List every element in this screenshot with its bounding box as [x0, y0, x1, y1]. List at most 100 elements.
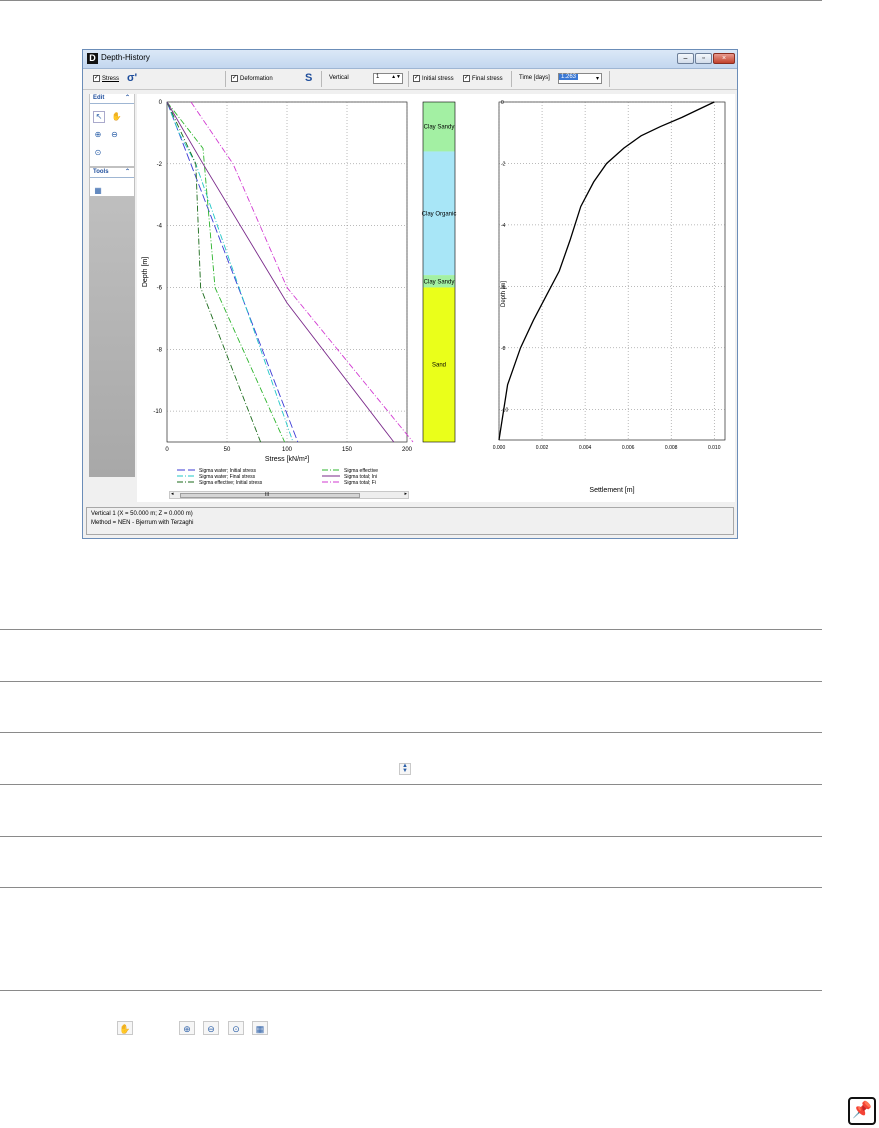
- page-rule: [0, 732, 822, 733]
- final-stress-checkbox[interactable]: ✓: [463, 75, 470, 82]
- zoom-in-icon[interactable]: ⊕: [93, 130, 103, 140]
- toolbar-separator: [225, 71, 226, 87]
- edit-group-header[interactable]: Edit ⌃: [90, 94, 134, 104]
- toolbar-separator: [511, 71, 512, 87]
- initial-stress-toggle[interactable]: ✓ Initial stress: [413, 75, 454, 82]
- time-value: 1.263: [559, 74, 579, 80]
- stress-y-tick-label: -8: [157, 347, 163, 353]
- settlement-button[interactable]: S: [305, 72, 312, 84]
- stress-x-tick-label: 50: [224, 447, 231, 453]
- settlement-plot-frame: [498, 101, 726, 441]
- plot-area: 0 50 100 150 200 0 -2 -4 -6 -8 -10 Stress [kN/m²] De…: [137, 94, 735, 502]
- scrollbar-thumb[interactable]: III: [180, 492, 360, 498]
- tools-group: Tools ⌃ ▦: [90, 168, 134, 196]
- zoom-in-icon: ⊕: [179, 1021, 195, 1035]
- stress-y-tick-label: -2: [157, 162, 163, 168]
- page-rule: [0, 629, 822, 630]
- zoom-out-icon: ⊖: [203, 1021, 219, 1035]
- settlement-x-axis-label: Settlement [m]: [589, 487, 634, 494]
- stress-checkbox[interactable]: ✓: [93, 75, 100, 82]
- side-bar: Edit ⌃ ↖ ✋ ⊕ ⊖ ⊙ Tools ⌃ ▦: [89, 94, 135, 477]
- page-rule: [0, 681, 822, 682]
- chevron-down-icon[interactable]: ▾: [596, 75, 599, 82]
- soil-layer-label: Clay Organic: [422, 211, 457, 217]
- status-method: Method = NEN - Bjerrum with Terzaghi: [91, 520, 194, 526]
- final-stress-toggle[interactable]: ✓ Final stress: [463, 75, 503, 82]
- stress-toggle[interactable]: ✓ Stress: [93, 75, 119, 82]
- collapse-icon[interactable]: ⌃: [125, 168, 130, 177]
- horizontal-scrollbar[interactable]: ◂ III ▸: [169, 491, 409, 499]
- page-rule: [0, 887, 822, 888]
- stress-y-tick-label: -4: [157, 224, 163, 230]
- toolbar-separator: [609, 71, 610, 87]
- export-icon: ▦: [252, 1021, 268, 1035]
- settlement-x-tick-label: 0.000: [493, 445, 506, 451]
- close-button[interactable]: ×: [713, 53, 735, 64]
- stress-x-axis-label: Stress [kN/m²]: [265, 456, 309, 463]
- settlement-y-tick-label: -2: [501, 161, 506, 167]
- tools-group-header[interactable]: Tools ⌃: [90, 168, 134, 178]
- spin-arrows-icon[interactable]: ▲▼: [391, 74, 401, 80]
- scroll-right-icon[interactable]: ▸: [404, 491, 407, 497]
- toolbar-separator: [321, 71, 322, 87]
- settlement-y-axis-label: Depth [m]: [501, 281, 507, 307]
- stress-y-axis-label: Depth [m]: [142, 257, 149, 287]
- settlement-x-tick-label: 0.006: [622, 445, 635, 451]
- tools-label: Tools: [93, 169, 109, 175]
- deformation-toggle[interactable]: ✓ Deformation: [231, 75, 273, 82]
- zoom-extents-icon[interactable]: ⊙: [93, 148, 103, 158]
- stress-x-tick-label: 200: [402, 447, 413, 453]
- toolbar-separator: [408, 71, 409, 87]
- settlement-x-tick-label: 0.004: [579, 445, 592, 451]
- spin-arrows-icon: ▲ ▼: [399, 763, 411, 775]
- settlement-icon: S: [305, 72, 313, 84]
- settlement-y-tick-label: -4: [501, 223, 506, 229]
- final-stress-label: Final stress: [472, 75, 503, 82]
- deformation-checkbox[interactable]: ✓: [231, 75, 238, 82]
- title-bar[interactable]: D Depth-History – ▫ ×: [83, 50, 737, 69]
- zoom-out-icon[interactable]: ⊖: [109, 130, 119, 140]
- vertical-spinner[interactable]: 1 ▲▼: [373, 73, 403, 84]
- pan-hand-icon[interactable]: ✋: [111, 112, 121, 122]
- legend-label: Sigma effective; Initial stress: [199, 480, 263, 486]
- sigma-icon: σ': [127, 72, 138, 84]
- time-label: Time [days]: [519, 75, 550, 81]
- select-cursor-icon[interactable]: ↖: [93, 111, 105, 123]
- scroll-left-icon[interactable]: ◂: [171, 491, 174, 497]
- settlement-y-tick-label: -10: [501, 407, 508, 413]
- stress-x-tick-label: 0: [165, 447, 169, 453]
- soil-layer-label: Clay Sandy: [424, 125, 455, 131]
- status-vertical: Vertical 1 (X = 50.000 m; Z = 0.000 m): [91, 511, 193, 517]
- maximize-button[interactable]: ▫: [695, 53, 712, 64]
- page-rule: [0, 0, 822, 1]
- sigma-button[interactable]: σ': [127, 72, 137, 84]
- stress-x-tick-label: 100: [282, 447, 293, 453]
- settlement-y-tick-label: 0: [501, 100, 504, 106]
- legend-label: Sigma total; Fi: [344, 480, 376, 486]
- export-icon[interactable]: ▦: [93, 186, 103, 196]
- stress-y-tick-label: -6: [157, 285, 163, 291]
- stress-y-tick-label: -10: [153, 409, 162, 415]
- window-title: Depth-History: [101, 53, 150, 62]
- charts-svg: 0 50 100 150 200 0 -2 -4 -6 -8 -10 Stress [kN/m²] De…: [142, 100, 726, 494]
- minimize-button[interactable]: –: [677, 53, 694, 64]
- stress-x-tick-label: 150: [342, 447, 353, 453]
- collapse-icon[interactable]: ⌃: [125, 94, 130, 103]
- page-rule: [0, 836, 822, 837]
- page-rule: [0, 784, 822, 785]
- toolbar: ✓ Stress σ' ✓ Deformation S Vertical 1 ▲…: [83, 69, 737, 90]
- vertical-value: 1: [376, 74, 380, 80]
- deformation-label: Deformation: [240, 75, 273, 82]
- settlement-x-tick-label: 0.002: [536, 445, 549, 451]
- edit-label: Edit: [93, 95, 105, 101]
- scrollbar-grip: III: [265, 492, 270, 498]
- initial-stress-checkbox[interactable]: ✓: [413, 75, 420, 82]
- zoom-extents-icon: ⊙: [228, 1021, 244, 1035]
- settlement-x-tick-label: 0.010: [708, 445, 721, 451]
- soil-layer-label: Sand: [432, 363, 446, 369]
- pan-hand-icon: ✋: [117, 1021, 133, 1035]
- time-dropdown[interactable]: 1.263 ▾: [558, 73, 602, 84]
- settlement-x-tick-label: 0.008: [665, 445, 678, 451]
- status-panel: Vertical 1 (X = 50.000 m; Z = 0.000 m) M…: [86, 507, 734, 535]
- settlement-y-tick-label: -8: [501, 346, 506, 352]
